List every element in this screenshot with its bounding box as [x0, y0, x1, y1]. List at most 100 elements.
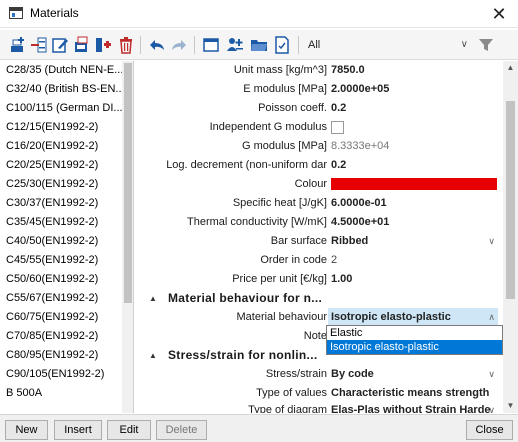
add-row-icon[interactable]: [94, 36, 112, 54]
property-label: Note: [303, 330, 327, 342]
toolbar-separator: [194, 36, 195, 54]
property-row-order-in-code: Order in code 2: [135, 251, 503, 270]
list-item[interactable]: C12/15(EN1992-2): [0, 118, 122, 137]
list-item[interactable]: C60/75(EN1992-2): [0, 308, 122, 327]
property-label: Bar surface: [270, 235, 327, 247]
list-item[interactable]: C70/85(EN1992-2): [0, 327, 122, 346]
copy-icon[interactable]: [73, 36, 91, 54]
material-behaviour-dropdown: Elastic Isotropic elasto-plastic: [326, 325, 503, 355]
table-icon[interactable]: [202, 36, 220, 54]
property-label: Unit mass [kg/m^3]: [233, 64, 327, 76]
document-check-icon[interactable]: [273, 36, 291, 54]
insert-icon[interactable]: [30, 36, 48, 54]
scroll-down-arrow-icon[interactable]: ▼: [506, 401, 515, 410]
edit-icon[interactable]: [51, 36, 69, 54]
section-title: Material behaviour for n...: [168, 291, 323, 305]
property-row-bar-surface: Bar surface Ribbed ∨: [135, 232, 503, 251]
close-button[interactable]: Close: [466, 420, 513, 440]
property-value: 8.3333e+04: [331, 140, 390, 152]
property-row-thermal-conductivity: Thermal conductivity [W/mK] 4.5000e+01: [135, 213, 503, 232]
property-value[interactable]: 2: [331, 251, 499, 270]
bar-surface-select[interactable]: Ribbed: [331, 232, 499, 251]
insert-button[interactable]: Insert: [54, 420, 102, 440]
list-item[interactable]: C16/20(EN1992-2): [0, 137, 122, 156]
property-row-price: Price per unit [€/kg] 1.00: [135, 270, 503, 289]
property-label: Colour: [294, 178, 327, 190]
property-label: Stress/strain: [265, 368, 327, 380]
title-bar: Materials ✕: [0, 0, 518, 28]
list-item[interactable]: C25/30(EN1992-2): [0, 175, 122, 194]
property-row-log-decrement: Log. decrement (non-uniform dar 0.2: [135, 156, 503, 175]
toolbar: All ∨: [0, 30, 518, 60]
toolbar-separator: [298, 36, 299, 54]
property-value[interactable]: 6.0000e-01: [331, 194, 499, 213]
section-material-behaviour[interactable]: ▲ Material behaviour for n...: [135, 289, 503, 308]
filter-select[interactable]: All ∨: [302, 36, 502, 54]
property-label: Price per unit [€/kg]: [232, 273, 327, 285]
dropdown-option-isotropic-elasto-plastic[interactable]: Isotropic elasto-plastic: [327, 340, 502, 354]
list-item[interactable]: C30/37(EN1992-2): [0, 194, 122, 213]
property-value[interactable]: 4.5000e+01: [331, 213, 499, 232]
delete-button[interactable]: Delete: [156, 420, 207, 440]
property-row-specific-heat: Specific heat [J/gK] 6.0000e-01: [135, 194, 503, 213]
redo-icon[interactable]: [170, 36, 188, 54]
list-item[interactable]: C100/115 (German DI...: [0, 99, 122, 118]
dropdown-option-elastic[interactable]: Elastic: [327, 326, 502, 340]
open-folder-icon[interactable]: [250, 36, 268, 54]
filter-icon[interactable]: [478, 37, 494, 53]
property-label: Independent G modulus: [209, 121, 327, 133]
property-label: Order in code: [260, 254, 327, 266]
type-of-diagram-select[interactable]: Elas-Plas without Strain Harde: [331, 401, 499, 413]
property-value[interactable]: 0.2: [331, 156, 499, 175]
list-item[interactable]: C55/67(EN1992-2): [0, 289, 122, 308]
property-label: Specific heat [J/gK]: [232, 197, 327, 209]
delete-icon[interactable]: [117, 36, 135, 54]
user-settings-icon[interactable]: [226, 36, 244, 54]
property-value[interactable]: 2.0000e+05: [331, 80, 499, 99]
footer: New Insert Edit Delete Close: [0, 414, 518, 442]
edit-button[interactable]: Edit: [107, 420, 151, 440]
stress-strain-select[interactable]: By code: [331, 365, 499, 384]
property-row-type-of-diagram: Type of diagram Elas-Plas without Strain…: [135, 401, 503, 413]
new-button[interactable]: New: [5, 420, 48, 440]
property-label: Log. decrement (non-uniform dar: [166, 159, 327, 171]
material-list: C28/35 (Dutch NEN-E... C32/40 (British B…: [0, 61, 134, 413]
property-grid-scrollbar[interactable]: ▲ ▼: [503, 61, 518, 413]
property-value[interactable]: 0.2: [331, 99, 499, 118]
list-item[interactable]: C20/25(EN1992-2): [0, 156, 122, 175]
property-grid: Unit mass [kg/m^3] 7850.0 E modulus [MPa…: [135, 61, 503, 413]
list-item[interactable]: C40/50(EN1992-2): [0, 232, 122, 251]
chevron-down-icon[interactable]: ∨: [488, 401, 495, 413]
property-row-independent-g: Independent G modulus: [135, 118, 503, 137]
list-scrollbar[interactable]: [122, 61, 133, 413]
new-material-icon[interactable]: [8, 36, 26, 54]
scroll-up-arrow-icon[interactable]: ▲: [506, 63, 515, 72]
list-item[interactable]: C80/95(EN1992-2): [0, 346, 122, 365]
list-item[interactable]: C45/55(EN1992-2): [0, 251, 122, 270]
close-window-button[interactable]: ✕: [488, 3, 510, 25]
undo-icon[interactable]: [148, 36, 166, 54]
list-item[interactable]: C50/60(EN1992-2): [0, 270, 122, 289]
chevron-down-icon[interactable]: ∨: [488, 232, 495, 251]
list-item[interactable]: C32/40 (British BS-EN...: [0, 80, 122, 99]
property-label: G modulus [MPa]: [242, 140, 327, 152]
property-grid-scrollbar-thumb[interactable]: [506, 101, 515, 299]
filter-select-value: All: [308, 39, 321, 51]
property-row-unit-mass: Unit mass [kg/m^3] 7850.0: [135, 61, 503, 80]
list-item[interactable]: C35/45(EN1992-2): [0, 213, 122, 232]
list-item-selected[interactable]: B 500A: [0, 384, 122, 403]
property-value[interactable]: 7850.0: [331, 61, 499, 80]
property-row-poisson: Poisson coeff. 0.2: [135, 99, 503, 118]
list-scrollbar-thumb[interactable]: [124, 63, 132, 303]
collapse-triangle-icon[interactable]: ▲: [149, 289, 157, 308]
property-value[interactable]: 1.00: [331, 270, 499, 289]
property-row-g-modulus: G modulus [MPa] 8.3333e+04: [135, 137, 503, 156]
colour-swatch[interactable]: [331, 178, 497, 190]
independent-g-checkbox[interactable]: [331, 121, 344, 134]
chevron-down-icon[interactable]: ∨: [488, 365, 495, 384]
list-item[interactable]: C28/35 (Dutch NEN-E...: [0, 61, 122, 80]
property-label: Material behaviour: [236, 311, 328, 323]
list-item[interactable]: C90/105(EN1992-2): [0, 365, 122, 384]
collapse-triangle-icon[interactable]: ▲: [149, 346, 157, 365]
property-label: E modulus [MPa]: [243, 83, 327, 95]
